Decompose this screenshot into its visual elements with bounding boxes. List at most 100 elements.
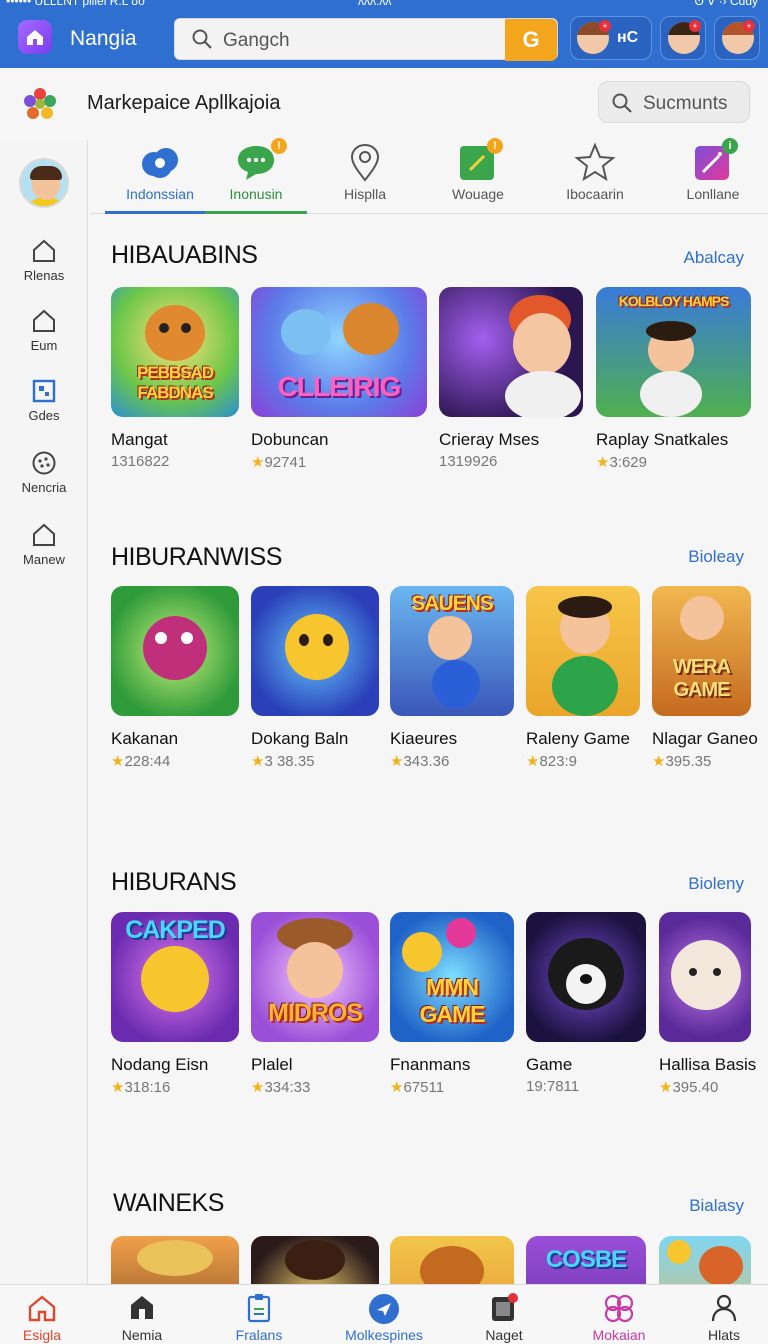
- thumbnail-art-text: CAKPED: [125, 916, 226, 944]
- rail-item-label: Gdes: [28, 408, 60, 423]
- category-tabs: Indonssian ! Inonusin Hisplla ! Wouage I…: [90, 138, 768, 214]
- search-bar[interactable]: Gangch G: [174, 18, 558, 61]
- app-name: Kiaeures: [390, 729, 458, 748]
- app-meta: ★334:33: [251, 1079, 311, 1096]
- tab-label: Lonllane: [686, 186, 740, 202]
- app-thumbnail: MMN GAME: [390, 912, 514, 1042]
- app-thumbnail: [251, 586, 379, 716]
- app-meta: ★67511: [390, 1079, 445, 1096]
- star-icon: ★: [596, 454, 610, 471]
- rail-item-label: Manew: [23, 552, 65, 567]
- app-thumbnail: [526, 586, 640, 716]
- tab-wouage[interactable]: ! Wouage: [423, 138, 533, 214]
- user-avatar[interactable]: [19, 158, 69, 208]
- app-meta: 1319926: [439, 453, 498, 470]
- profile-avatar-button[interactable]: +: [660, 16, 706, 60]
- nav-item-mokaian[interactable]: Mokaian: [558, 1285, 680, 1344]
- tab-underline: [105, 211, 215, 214]
- molecule-icon: [604, 1294, 634, 1323]
- app-thumbnail: WERA GAME: [652, 586, 751, 716]
- thumbnail-art-text: WERA GAME: [672, 656, 731, 701]
- home-icon: [28, 1295, 56, 1322]
- tab-ibocaarin[interactable]: Ibocaarin: [540, 140, 650, 214]
- star-icon: ★: [111, 1079, 125, 1096]
- app-home-icon[interactable]: [18, 20, 52, 54]
- search-go-button[interactable]: G: [505, 19, 557, 61]
- rail-item-label: Eum: [30, 338, 58, 353]
- nav-label: Fralans: [235, 1327, 283, 1343]
- rail-item-rlenas[interactable]: Rlenas: [0, 238, 88, 283]
- app-name: Raleny Game: [526, 729, 630, 748]
- search-icon: [192, 29, 212, 49]
- nav-item-nemia[interactable]: Nemia: [84, 1285, 200, 1344]
- rail-item-gdes[interactable]: Gdes: [0, 378, 88, 423]
- star-icon: ★: [111, 753, 125, 770]
- star-icon: ★: [390, 1079, 404, 1096]
- send-circle-icon: [369, 1294, 399, 1324]
- app-thumbnail: [526, 912, 646, 1042]
- tab-indonssian[interactable]: Indonssian: [105, 140, 215, 214]
- bottom-navigation: Esigla Nemia Fralans Molkespines Naget M…: [0, 1284, 768, 1344]
- section-title: HIBAUABINS: [111, 241, 258, 269]
- map-pin-icon: [350, 143, 380, 182]
- app-meta: ★823:9: [526, 753, 577, 770]
- alert-badge: i: [722, 138, 738, 154]
- nav-item-hlats[interactable]: Hlats: [680, 1285, 768, 1344]
- tab-lonllane[interactable]: i Lonllane: [658, 138, 768, 214]
- clipboard-icon: [247, 1294, 271, 1323]
- status-bar: •••••• ULLLNT pillel R.L ʊo ʌʌʌ:ʌʌ ʘ ᐁ ·…: [0, 0, 768, 8]
- thumbnail-art-text: KOLBLOY HAMPS: [618, 293, 730, 309]
- section-title: HIBURANWISS: [111, 543, 282, 571]
- profile-avatar-button[interactable]: +: [714, 16, 760, 60]
- app-thumbnail: CAKPED: [111, 912, 239, 1042]
- section-see-all-link[interactable]: Bioleay: [688, 547, 744, 567]
- nav-item-fralans[interactable]: Fralans: [200, 1285, 318, 1344]
- home-outline-icon: [33, 309, 55, 332]
- section-see-all-link[interactable]: Bialasy: [689, 1196, 744, 1216]
- thumbnail-art-text: CLLEIRIG: [277, 371, 402, 402]
- marketplace-search-button[interactable]: Sucmunts: [598, 81, 750, 123]
- section-see-all-link[interactable]: Bioleny: [688, 874, 744, 894]
- star-icon: ★: [659, 1079, 673, 1096]
- app-meta: ★395.35: [652, 753, 712, 770]
- thumbnail-art-text: MIDROS: [268, 999, 363, 1027]
- account-label: ʜC: [617, 29, 639, 46]
- app-name: Ηallisa Basis: [659, 1055, 757, 1074]
- tab-inonusin[interactable]: ! Inonusin: [205, 138, 307, 214]
- star-icon: ★: [251, 454, 265, 471]
- section-see-all-link[interactable]: Abalcay: [684, 248, 744, 268]
- notification-dot: +: [599, 20, 611, 32]
- gear-cloud-icon: [142, 148, 178, 178]
- app-thumbnail: KOLBLOY HAMPS: [596, 287, 751, 417]
- star-icon: ★: [526, 753, 540, 770]
- status-time: ʌʌʌ:ʌʌ: [358, 0, 392, 8]
- rail-item-manew[interactable]: Manew: [0, 522, 88, 567]
- notification-dot: +: [743, 20, 755, 32]
- thumbnail-art-text: COSBE: [545, 1246, 627, 1273]
- thumbnail-art-text: PEBBSAD FABDNAS: [136, 363, 214, 402]
- app-name: Nlagar Ganeo: [652, 729, 758, 748]
- app-thumbnail: PEBBSAD FABDNAS: [111, 287, 239, 417]
- search-icon: [612, 93, 632, 113]
- marketplace-title: Markepaice Apllkajoia: [87, 92, 281, 114]
- left-rail: Rlenas Eum Gdes Nencria Manew: [0, 140, 88, 1284]
- star-icon: ★: [251, 753, 265, 770]
- rail-item-nencria[interactable]: Nencria: [0, 450, 88, 495]
- rail-item-eum[interactable]: Eum: [0, 308, 88, 353]
- tab-hisplla[interactable]: Hisplla: [310, 140, 420, 214]
- star-icon: ★: [251, 1079, 265, 1096]
- nav-item-naget[interactable]: Naget: [450, 1285, 558, 1344]
- home-outline-icon: [33, 523, 55, 546]
- marketplace-search-label: Sucmunts: [643, 93, 728, 114]
- app-meta: 19:7811: [526, 1078, 580, 1095]
- thumbnail-art-text: MMN GAME: [419, 974, 486, 1027]
- section-title: WAINEKS: [113, 1189, 224, 1217]
- thumbnail-art-text: SAUENS: [411, 592, 494, 615]
- nav-item-molkespines[interactable]: Molkespines: [318, 1285, 450, 1344]
- app-thumbnail: MIDROS: [251, 912, 379, 1042]
- account-switcher[interactable]: + ʜC: [570, 16, 652, 60]
- nav-item-esigla[interactable]: Esigla: [0, 1285, 84, 1344]
- search-input[interactable]: Gangch: [223, 30, 290, 52]
- nav-label: Nemia: [121, 1327, 163, 1343]
- app-meta: ★3 38.35: [251, 753, 315, 770]
